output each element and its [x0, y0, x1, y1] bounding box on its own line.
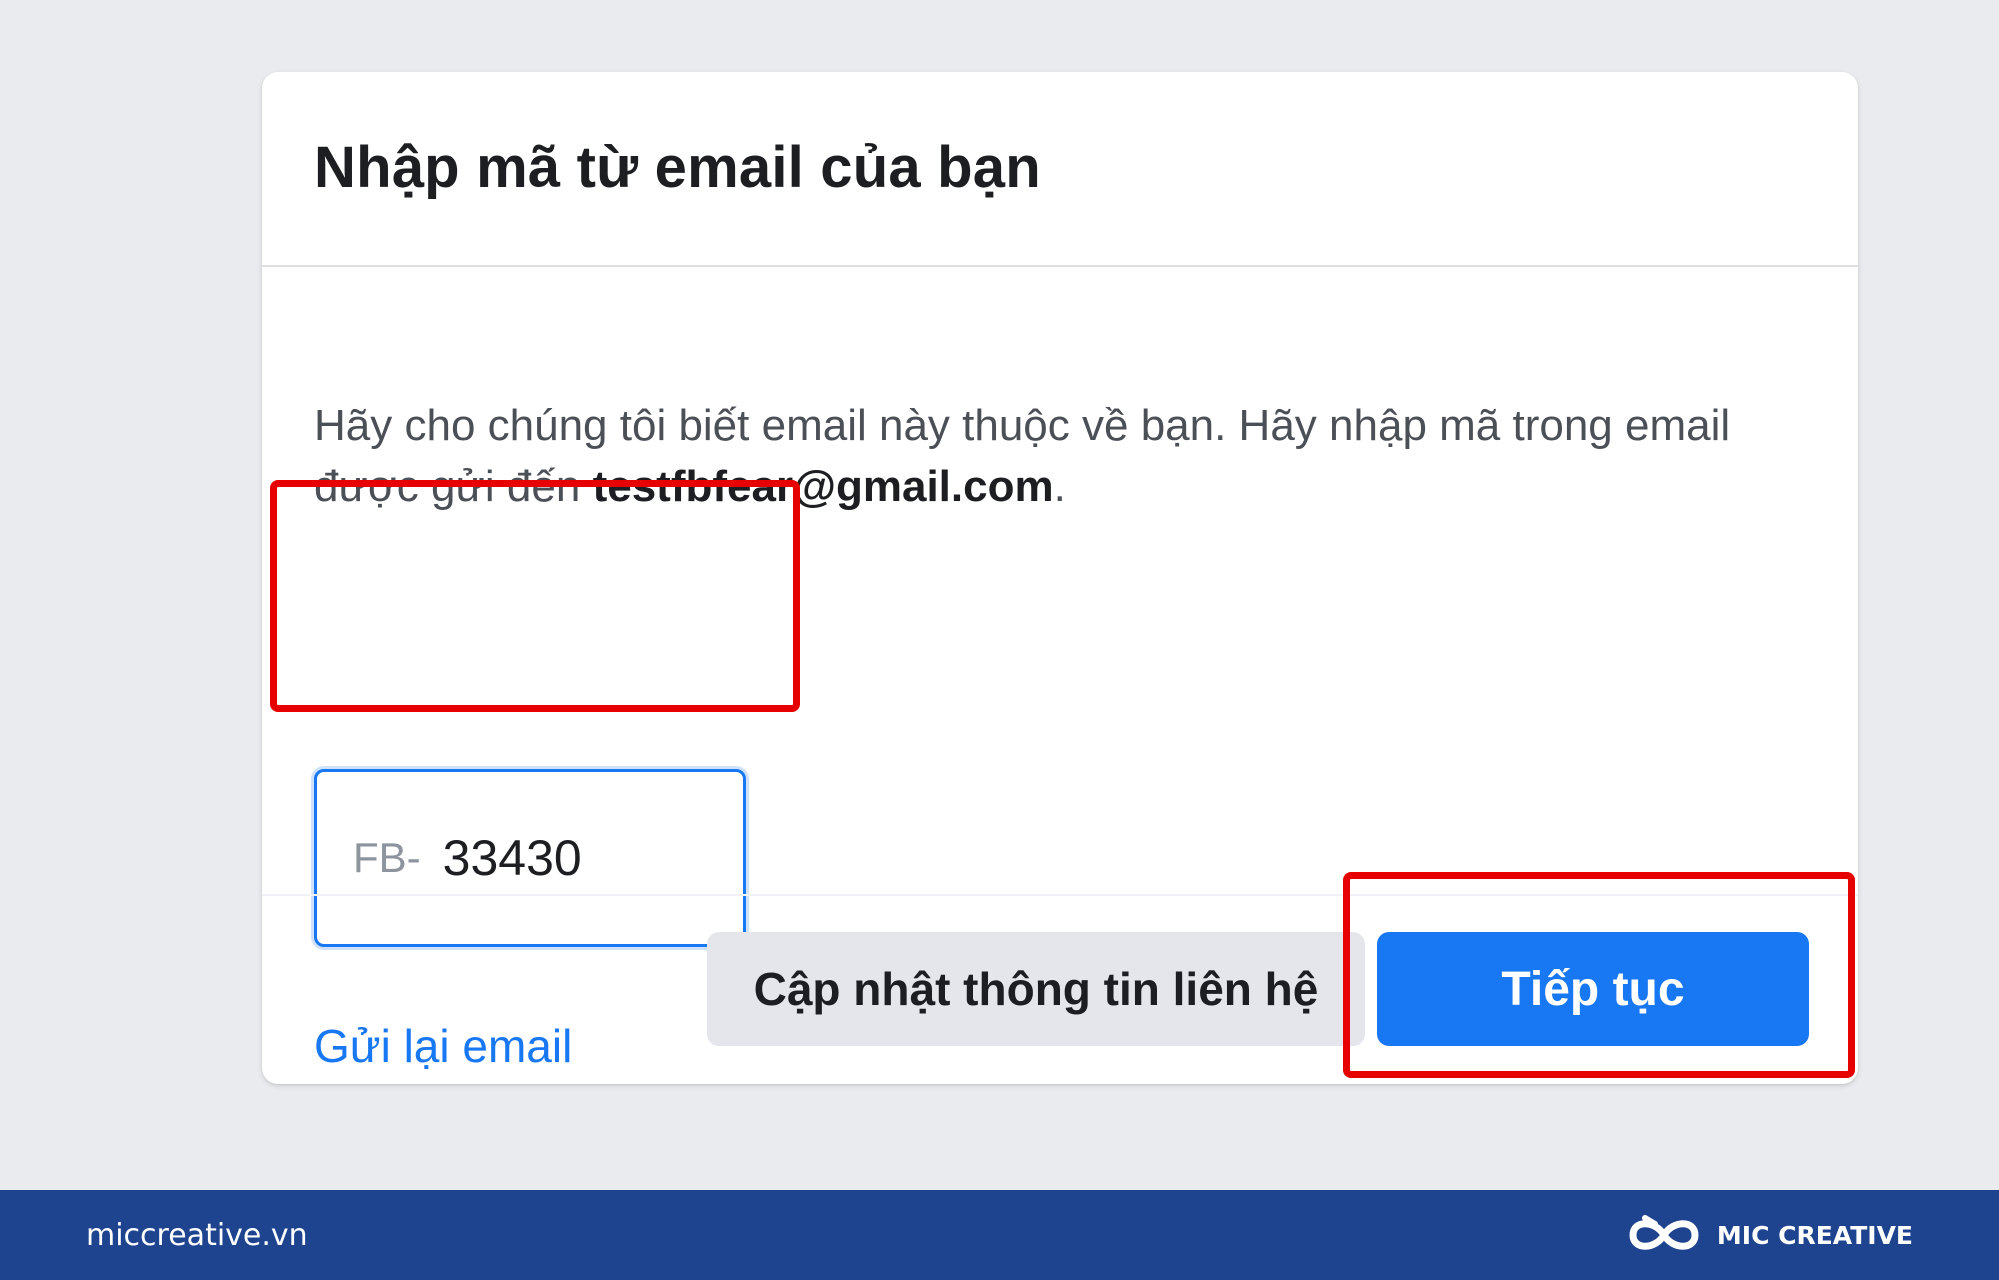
code-value[interactable]: 33430: [443, 829, 582, 887]
code-prefix: FB-: [353, 834, 421, 881]
brand: MIC CREATIVE: [1625, 1210, 1913, 1260]
continue-button-highlight: [1343, 872, 1855, 1078]
site-url: miccreative.vn: [86, 1218, 308, 1253]
description-end: .: [1053, 462, 1066, 511]
page-background: Nhập mã từ email của bạn Hãy cho chúng t…: [0, 0, 1999, 1190]
mic-creative-logo-icon: [1629, 1215, 1699, 1250]
code-input-highlight: [270, 480, 800, 712]
dialog-header: Nhập mã từ email của bạn: [262, 72, 1858, 267]
footer-bar: miccreative.vn MIC CREATIVE: [0, 1190, 1999, 1280]
brand-name: MIC CREATIVE: [1716, 1220, 1913, 1250]
update-contact-button[interactable]: Cập nhật thông tin liên hệ: [707, 932, 1365, 1046]
dialog-title: Nhập mã từ email của bạn: [314, 135, 1041, 200]
